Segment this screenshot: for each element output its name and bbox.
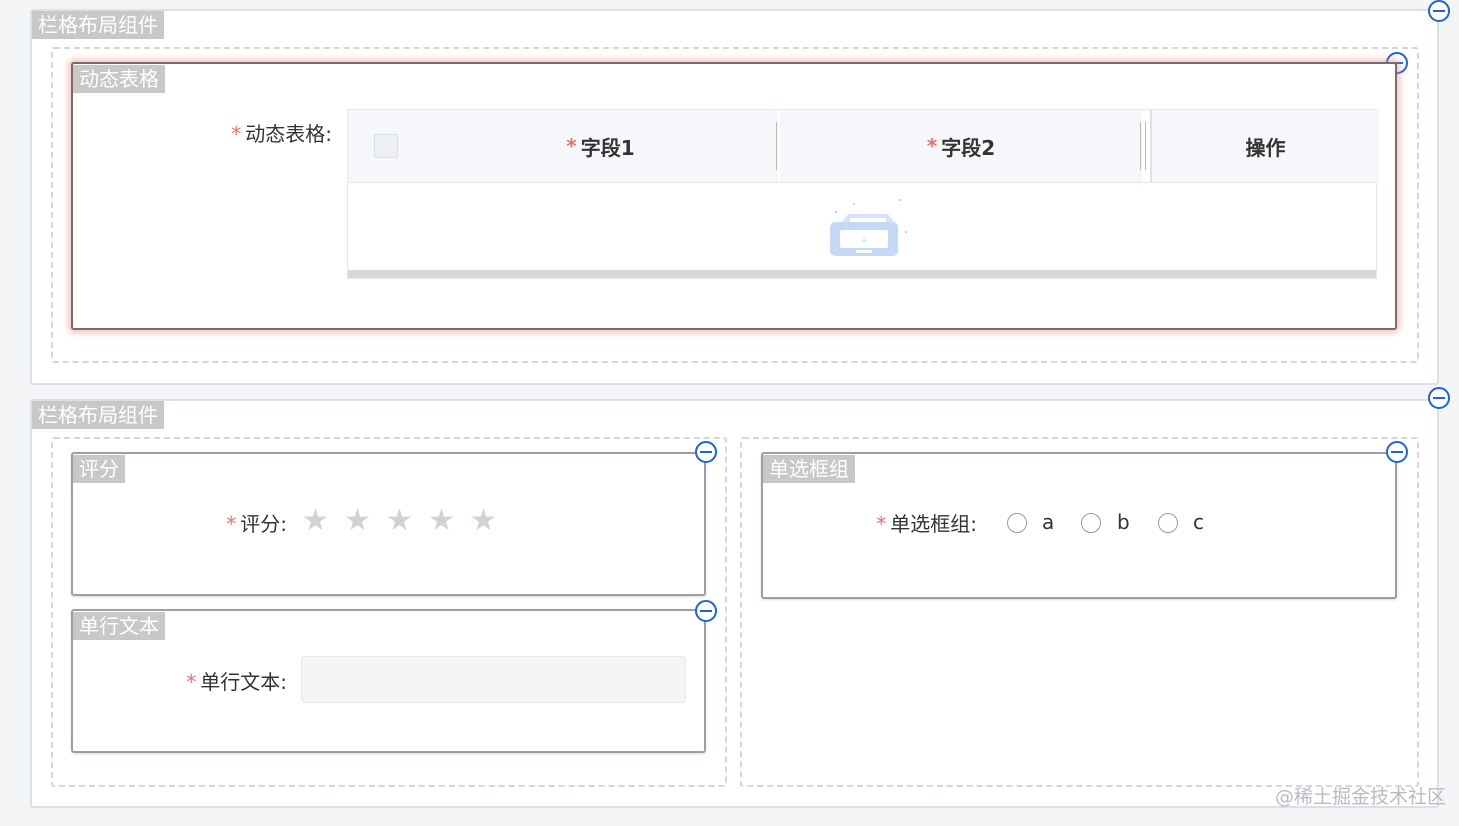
required-asterisk: * — [876, 512, 887, 536]
table-header-field2: * 字段2 — [780, 110, 1142, 182]
rating-star-1[interactable]: ★ — [302, 506, 329, 536]
radio-option-b[interactable] — [1081, 513, 1101, 533]
radio-label-c: c — [1193, 510, 1204, 534]
empty-data-icon: + — [830, 198, 908, 256]
rating-star-4[interactable]: ★ — [428, 506, 455, 536]
rating-star-2[interactable]: ★ — [344, 506, 371, 536]
dynamic-table: * 字段1 * 字段2 操作 + — [347, 109, 1379, 279]
select-all-checkbox[interactable] — [373, 134, 398, 158]
table-header-divider — [348, 182, 1376, 183]
radio-label-a: a — [1042, 510, 1055, 534]
rating-star-5[interactable]: ★ — [470, 506, 497, 536]
radio-group-tag: 单选框组 — [763, 455, 855, 483]
radio-label-b: b — [1117, 510, 1130, 534]
text-input-tag: 单行文本 — [73, 612, 165, 640]
required-asterisk: * — [231, 122, 242, 146]
radio-group-label: * 单选框组: — [876, 512, 977, 536]
table-horizontal-scrollbar[interactable] — [348, 270, 1376, 278]
rating-label: * 评分: — [226, 512, 287, 536]
remove-grid-row-2-icon[interactable] — [1428, 387, 1450, 409]
table-header-select — [348, 110, 423, 182]
remove-text-input-icon[interactable] — [695, 600, 717, 622]
table-header-action: 操作 — [1150, 110, 1379, 182]
remove-grid-row-1-icon[interactable] — [1428, 0, 1450, 22]
single-line-text-input[interactable] — [301, 656, 686, 703]
remove-rating-icon[interactable] — [695, 441, 717, 463]
watermark: @稀土掘金技术社区 — [1275, 786, 1447, 808]
radio-option-c[interactable] — [1158, 513, 1178, 533]
rating-tag: 评分 — [73, 455, 125, 483]
table-header-field1: * 字段1 — [423, 110, 778, 182]
required-asterisk: * — [226, 512, 237, 536]
rating-star-3[interactable]: ★ — [386, 506, 413, 536]
grid-row-1-tag: 栏格布局组件 — [32, 11, 164, 39]
required-asterisk: * — [186, 670, 197, 694]
dynamic-table-tag: 动态表格 — [73, 65, 165, 93]
grid-row-2-tag: 栏格布局组件 — [32, 401, 164, 429]
text-input-label: * 单行文本: — [186, 670, 287, 694]
svg-text:+: + — [860, 236, 868, 246]
radio-option-a[interactable] — [1007, 513, 1027, 533]
remove-radio-group-icon[interactable] — [1386, 441, 1408, 463]
dynamic-table-label: * 动态表格: — [231, 122, 332, 146]
column-resize-handle[interactable] — [1140, 122, 1146, 170]
